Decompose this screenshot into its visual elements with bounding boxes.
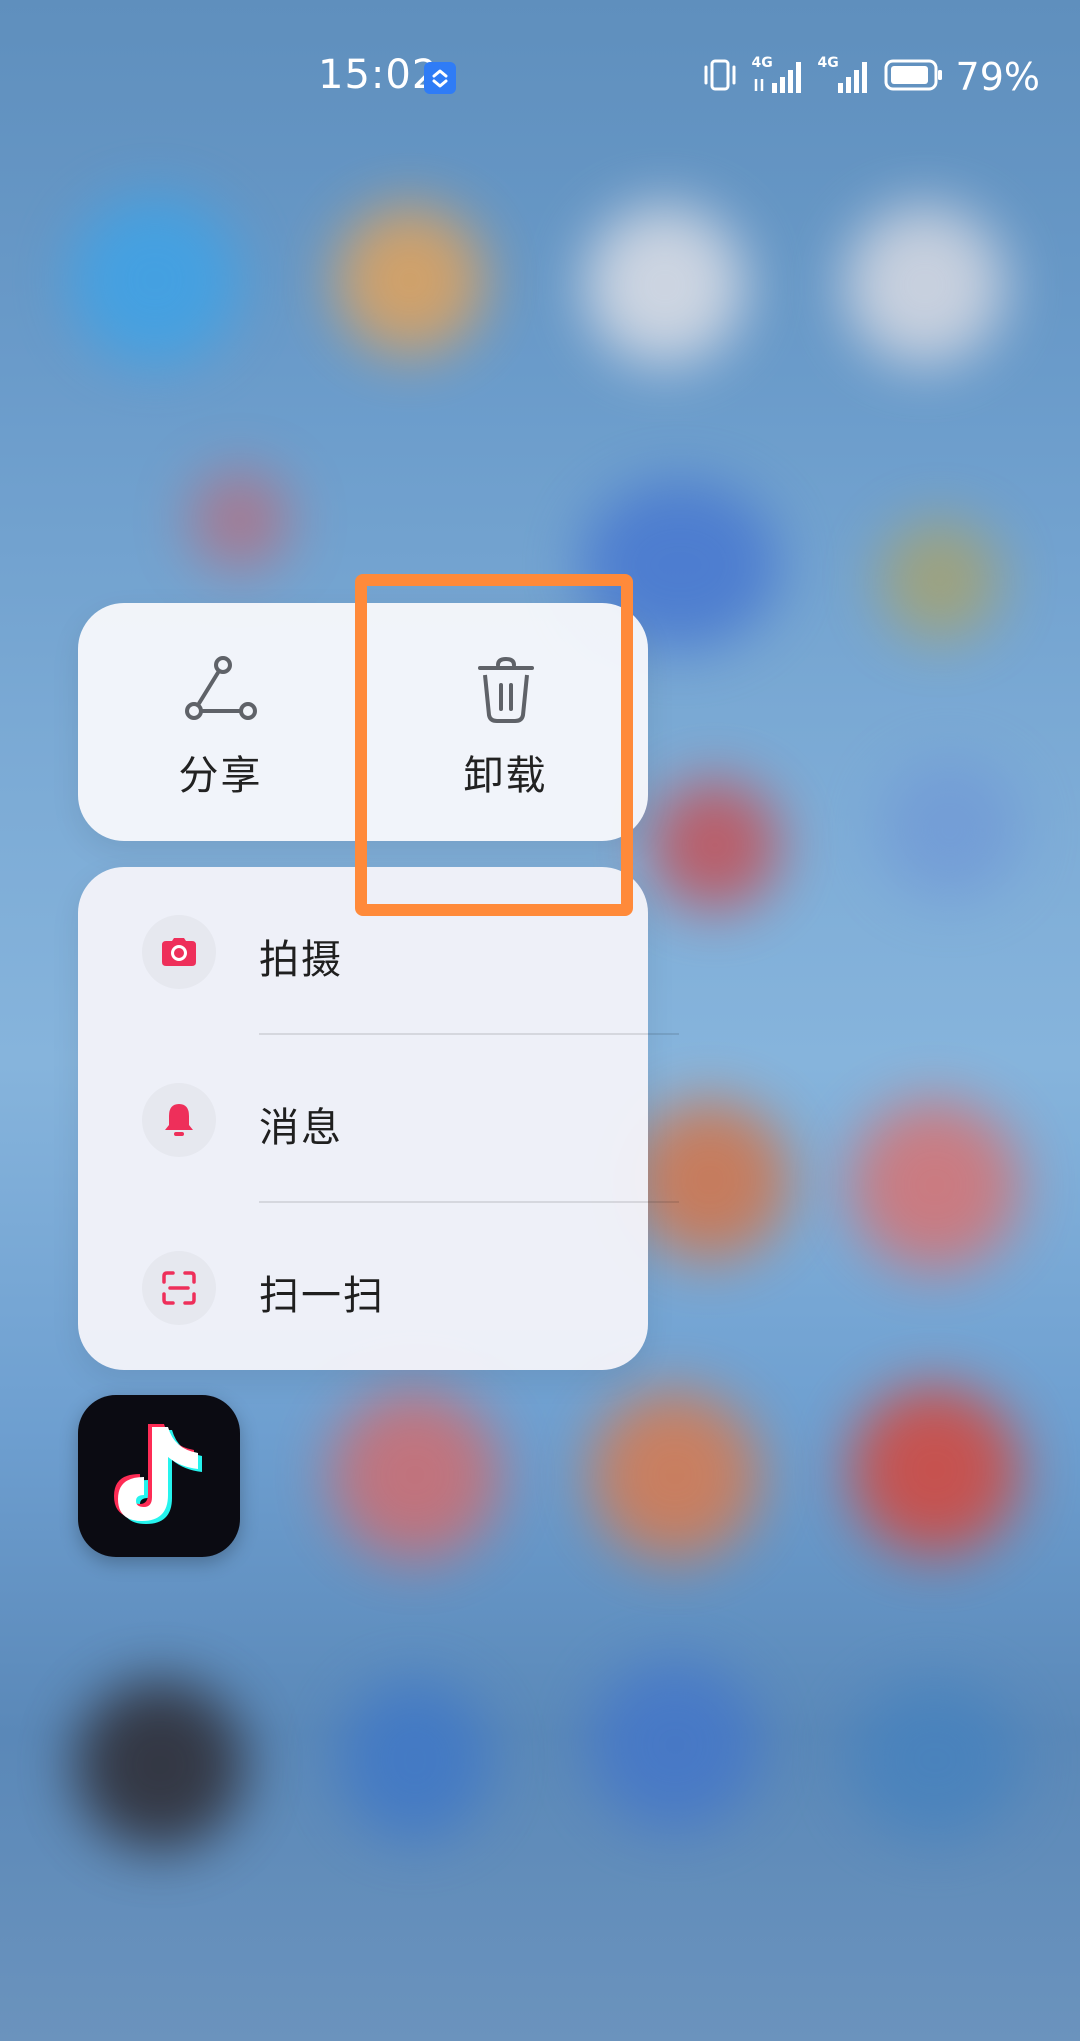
share-icon	[184, 655, 257, 727]
vibrate-icon	[700, 57, 740, 97]
blurred-app-icon	[75, 1680, 245, 1850]
blurred-app-icon	[190, 470, 290, 570]
blurred-app-icon	[590, 1390, 760, 1560]
blurred-app-icon	[630, 1100, 790, 1260]
shortcut-label: 消息	[259, 1105, 343, 1151]
blurred-app-icon	[850, 1680, 1020, 1840]
blurred-app-icon	[850, 1100, 1020, 1270]
bell-icon	[142, 1083, 216, 1157]
battery-percent: 79%	[955, 55, 1040, 99]
blurred-app-icon	[330, 1390, 500, 1560]
status-bar: 15:02 4G 4G 79%	[0, 0, 1080, 160]
signal-strength-icon: 4G	[752, 55, 806, 97]
shortcut-messages[interactable]: 消息	[78, 1035, 648, 1203]
blurred-app-icon	[585, 205, 745, 365]
status-time: 15:02	[318, 52, 439, 98]
blurred-app-icon	[340, 1680, 490, 1840]
blurred-app-icon	[590, 1660, 760, 1830]
blurred-app-icon	[850, 1385, 1020, 1555]
context-menu-shortcuts: 拍摄 消息 扫一扫	[78, 867, 679, 1371]
blurred-app-icon	[335, 205, 485, 355]
shortcut-scan[interactable]: 扫一扫	[78, 1203, 648, 1371]
camera-icon	[142, 915, 216, 989]
shortcut-label: 拍摄	[259, 937, 343, 983]
blurred-app-icon	[70, 195, 240, 365]
blurred-app-icon	[880, 760, 1020, 900]
battery-icon	[884, 58, 944, 96]
music-note-logo-icon	[114, 1424, 202, 1524]
highlight-box	[355, 574, 633, 916]
shortcut-label: 扫一扫	[259, 1273, 385, 1319]
sync-notification-icon	[424, 62, 456, 94]
blurred-app-icon	[650, 780, 780, 910]
scan-icon	[142, 1251, 216, 1325]
blurred-app-icon	[845, 205, 1005, 365]
tiktok-app-icon[interactable]	[78, 1395, 240, 1557]
signal-strength-icon: 4G	[818, 55, 872, 97]
share-label: 分享	[178, 753, 263, 799]
blurred-app-icon	[880, 520, 1000, 640]
status-indicators: 4G 4G 79%	[700, 54, 1040, 100]
share-button[interactable]: 分享	[78, 603, 363, 841]
